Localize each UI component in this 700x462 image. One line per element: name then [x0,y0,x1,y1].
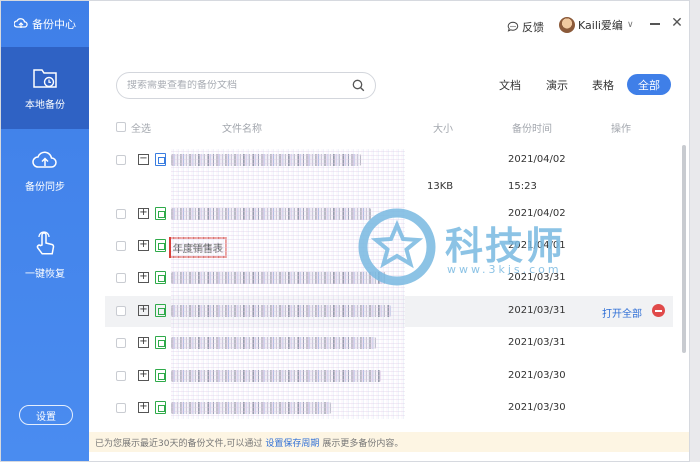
table-row[interactable]: + 2021/03/30 [105,361,673,392]
column-header-size: 大小 [433,124,453,135]
footer-notice: 已为您展示最近30天的备份文件,可以通过 设置保存周期 展示更多备份内容。 [89,432,689,452]
feedback-label: 反馈 [522,21,544,34]
spreadsheet-file-icon [155,304,166,317]
title-bar: 反馈 Kaili爱编 ∨ ✕ [89,1,689,47]
document-file-icon [155,153,166,166]
backup-time: 2021/03/31 [508,272,566,283]
expand-icon[interactable]: + [138,272,149,283]
column-header-name: 文件名称 [222,124,262,135]
row-checkbox[interactable] [116,306,126,316]
spreadsheet-file-icon [155,401,166,414]
table-header: 全选 文件名称 大小 备份时间 操作 [105,115,675,139]
column-header-time: 备份时间 [512,124,552,135]
backup-time: 15:23 [508,181,537,192]
app-window: 备份中心 本地备份 备份同步 一键恢复 设置 反馈 Kaili爱编 ∨ ✕ 搜索… [0,0,690,462]
file-name: 年度销售表 [169,237,227,258]
close-icon[interactable]: ✕ [669,15,685,31]
filter-all[interactable]: 全部 [627,74,671,95]
sidebar-item-label: 本地备份 [25,99,65,111]
redacted-filename [171,402,331,414]
app-title-text: 备份中心 [32,18,76,31]
spreadsheet-file-icon [155,271,166,284]
search-icon[interactable] [352,79,365,92]
row-checkbox[interactable] [116,241,126,251]
select-all-checkbox[interactable] [116,122,126,132]
sidebar-item-local-backup[interactable]: 本地备份 [1,47,89,129]
app-logo-icon [14,18,28,28]
spreadsheet-file-icon [155,369,166,382]
backup-time: 2021/03/30 [508,402,566,413]
cloud-upload-icon [32,151,57,168]
search-input[interactable] [127,80,352,91]
column-header-actions: 操作 [611,124,631,135]
spreadsheet-file-icon [155,336,166,349]
expand-icon[interactable]: + [138,402,149,413]
backup-time: 2021/04/02 [508,154,566,165]
app-title: 备份中心 [1,1,89,47]
redacted-filename [171,154,361,166]
filter-presentations[interactable]: 演示 [546,77,568,93]
user-name: Kaili爱编 [578,19,623,32]
table-row[interactable]: + 年度销售表 2021/04/01 [105,231,673,262]
chat-bubble-icon [507,21,519,32]
backup-time: 2021/04/01 [508,240,566,251]
table-row[interactable]: + 2021/03/31 [105,328,673,359]
footer-text-end: 展示更多备份内容。 [322,438,404,449]
user-menu[interactable]: Kaili爱编 ∨ [559,17,634,33]
feedback-button[interactable]: 反馈 [507,19,544,35]
filter-spreadsheets[interactable]: 表格 [592,77,614,93]
expand-icon[interactable]: + [138,370,149,381]
folder-clock-icon [33,68,57,88]
table-row[interactable]: + 2021/03/31 [105,263,673,294]
expand-icon[interactable]: + [138,337,149,348]
search-box [116,72,376,99]
avatar [559,17,575,33]
backup-time: 2021/04/02 [508,208,566,219]
backup-time: 2021/03/31 [508,305,566,316]
scrollbar[interactable] [682,145,686,353]
expand-icon[interactable]: + [138,305,149,316]
row-checkbox[interactable] [116,338,126,348]
spreadsheet-file-icon [155,207,166,220]
sidebar-item-label: 一键恢复 [25,268,65,280]
settings-button[interactable]: 设置 [19,405,73,425]
redacted-filename [171,272,386,284]
collapse-icon[interactable]: − [138,154,149,165]
table-row[interactable]: + 2021/03/30 [105,393,673,424]
select-all-label: 全选 [131,124,151,135]
redacted-filename [171,370,381,382]
expand-icon[interactable]: + [138,240,149,251]
redacted-filename [171,337,376,349]
sidebar: 备份中心 本地备份 备份同步 一键恢复 设置 [1,1,89,461]
remove-icon[interactable] [652,304,665,317]
redacted-filename [171,208,371,220]
set-retention-link[interactable]: 设置保存周期 [265,436,319,449]
row-checkbox[interactable] [116,403,126,413]
chevron-down-icon: ∨ [626,20,634,30]
spreadsheet-file-icon [155,239,166,252]
sidebar-item-label: 备份同步 [25,181,65,193]
redacted-filename [171,305,391,317]
footer-text: 已为您展示最近30天的备份文件,可以通过 [95,438,263,449]
filter-documents[interactable]: 文档 [499,77,521,93]
backup-time: 2021/03/30 [508,370,566,381]
sidebar-item-one-click-restore[interactable]: 一键恢复 [1,213,89,295]
row-checkbox[interactable] [116,209,126,219]
row-checkbox[interactable] [116,273,126,283]
expand-icon[interactable]: + [138,208,149,219]
touch-hand-icon [36,230,55,255]
minimize-icon[interactable] [647,15,663,31]
row-checkbox[interactable] [116,155,126,165]
file-size: 13KB [427,181,454,192]
backup-time: 2021/03/31 [508,337,566,348]
sidebar-item-backup-sync[interactable]: 备份同步 [1,129,89,211]
row-checkbox[interactable] [116,371,126,381]
table-row[interactable]: + 2021/04/02 [105,199,673,230]
open-all-button[interactable]: 打开全部 [602,305,642,320]
table-row-hovered[interactable]: + 2021/03/31 打开全部 [105,296,673,327]
